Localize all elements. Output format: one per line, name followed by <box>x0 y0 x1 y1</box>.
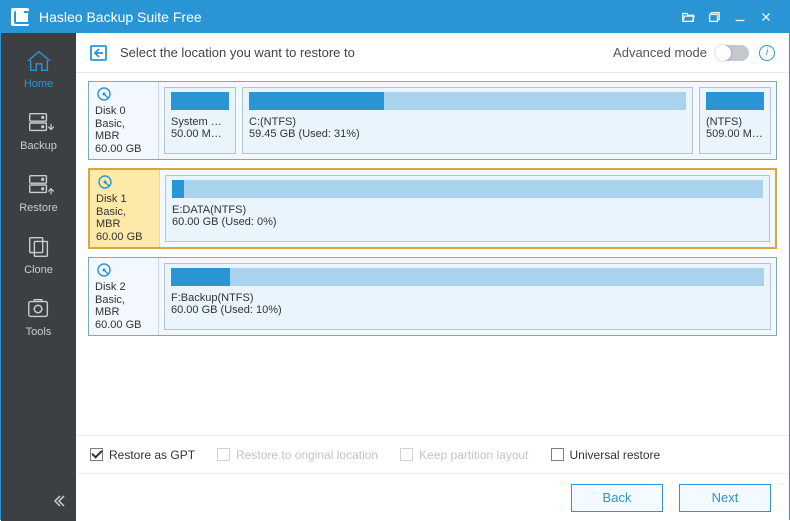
tools-icon <box>24 296 54 322</box>
sidebar-item-backup[interactable]: Backup <box>9 103 69 159</box>
sidebar-item-tools[interactable]: Tools <box>9 289 69 345</box>
backup-icon <box>24 110 54 136</box>
content: Select the location you want to restore … <box>76 33 789 521</box>
partition[interactable]: (NTFS)509.00 MB ... <box>699 87 771 154</box>
next-button[interactable]: Next <box>679 484 771 512</box>
titlebar: Hasleo Backup Suite Free <box>1 1 789 33</box>
option-restore-original: Restore to original location <box>217 448 378 462</box>
checkbox-icon <box>90 448 103 461</box>
partition-size: 60.00 GB (Used: 10%) <box>171 304 764 316</box>
partition[interactable]: E:DATA(NTFS)60.00 GB (Used: 0%) <box>165 175 770 242</box>
disk-size: 60.00 GB <box>95 143 152 155</box>
partition-size: 509.00 MB ... <box>706 128 764 140</box>
sidebar-item-label: Restore <box>19 202 58 214</box>
minimize-icon[interactable] <box>727 4 753 30</box>
sidebar-item-clone[interactable]: Clone <box>9 227 69 283</box>
sidebar-item-label: Clone <box>24 264 53 276</box>
disk-name: Disk 2 <box>95 281 152 293</box>
option-universal-restore[interactable]: Universal restore <box>551 448 661 462</box>
usage-bar <box>171 92 229 110</box>
disk-row[interactable]: Disk 1Basic, MBR60.00 GBE:DATA(NTFS)60.0… <box>88 168 777 249</box>
sidebar: Home Backup Restore Clone Tools <box>1 33 76 521</box>
sidebar-item-label: Backup <box>20 140 57 152</box>
disk-list: Disk 0Basic, MBR60.00 GBSystem Reser50.0… <box>76 73 789 435</box>
partition-container: F:Backup(NTFS)60.00 GB (Used: 10%) <box>159 258 776 335</box>
partition-size: 50.00 MB (... <box>171 128 229 140</box>
partition[interactable]: System Reser50.00 MB (... <box>164 87 236 154</box>
disk-type: Basic, MBR <box>95 294 152 318</box>
topbar: Select the location you want to restore … <box>76 33 789 73</box>
close-icon[interactable] <box>753 4 779 30</box>
disk-size: 60.00 GB <box>95 319 152 331</box>
disk-icon <box>95 262 113 278</box>
partition-container: E:DATA(NTFS)60.00 GB (Used: 0%) <box>160 170 775 247</box>
usage-bar <box>171 268 764 286</box>
disk-header[interactable]: Disk 2Basic, MBR60.00 GB <box>89 258 159 335</box>
disk-name: Disk 1 <box>96 193 153 205</box>
window-title: Hasleo Backup Suite Free <box>39 9 675 25</box>
option-restore-as-gpt[interactable]: Restore as GPT <box>90 448 195 462</box>
collapse-sidebar-icon[interactable] <box>52 494 66 511</box>
restore-to-arrow-icon <box>90 44 108 62</box>
footer: Back Next <box>76 473 789 521</box>
checkbox-icon <box>217 448 230 461</box>
disk-icon <box>95 86 113 102</box>
clone-icon <box>24 234 54 260</box>
partition-label: (NTFS) <box>706 116 764 128</box>
usage-bar <box>706 92 764 110</box>
disk-header[interactable]: Disk 1Basic, MBR60.00 GB <box>90 170 160 247</box>
disk-icon <box>96 174 114 190</box>
disk-name: Disk 0 <box>95 105 152 117</box>
partition-size: 59.45 GB (Used: 31%) <box>249 128 686 140</box>
home-icon <box>24 48 54 74</box>
disk-row[interactable]: Disk 0Basic, MBR60.00 GBSystem Reser50.0… <box>88 81 777 160</box>
partition[interactable]: F:Backup(NTFS)60.00 GB (Used: 10%) <box>164 263 771 330</box>
back-button[interactable]: Back <box>571 484 663 512</box>
disk-type: Basic, MBR <box>96 206 153 230</box>
partition-container: System Reser50.00 MB (...C:(NTFS)59.45 G… <box>159 82 776 159</box>
disk-type: Basic, MBR <box>95 118 152 142</box>
window-restore-icon[interactable] <box>701 4 727 30</box>
partition[interactable]: C:(NTFS)59.45 GB (Used: 31%) <box>242 87 693 154</box>
info-icon[interactable]: i <box>759 45 775 61</box>
disk-header[interactable]: Disk 0Basic, MBR60.00 GB <box>89 82 159 159</box>
sidebar-item-label: Home <box>24 78 53 90</box>
disk-row[interactable]: Disk 2Basic, MBR60.00 GBF:Backup(NTFS)60… <box>88 257 777 336</box>
app-logo-icon <box>11 8 29 26</box>
checkbox-icon <box>400 448 413 461</box>
options-bar: Restore as GPT Restore to original locat… <box>76 435 789 473</box>
advanced-mode-toggle[interactable] <box>715 45 749 61</box>
advanced-mode-label: Advanced mode <box>613 45 707 60</box>
restore-icon <box>24 172 54 198</box>
checkbox-icon <box>551 448 564 461</box>
usage-bar <box>172 180 763 198</box>
sidebar-item-home[interactable]: Home <box>9 41 69 97</box>
sidebar-item-label: Tools <box>26 326 52 338</box>
partition-label: F:Backup(NTFS) <box>171 292 764 304</box>
partition-label: C:(NTFS) <box>249 116 686 128</box>
partition-label: System Reser <box>171 116 229 128</box>
usage-bar <box>249 92 686 110</box>
sidebar-item-restore[interactable]: Restore <box>9 165 69 221</box>
option-keep-layout: Keep partition layout <box>400 448 528 462</box>
disk-size: 60.00 GB <box>96 231 153 243</box>
partition-size: 60.00 GB (Used: 0%) <box>172 216 763 228</box>
prompt-text: Select the location you want to restore … <box>120 45 613 60</box>
open-icon[interactable] <box>675 4 701 30</box>
partition-label: E:DATA(NTFS) <box>172 204 763 216</box>
